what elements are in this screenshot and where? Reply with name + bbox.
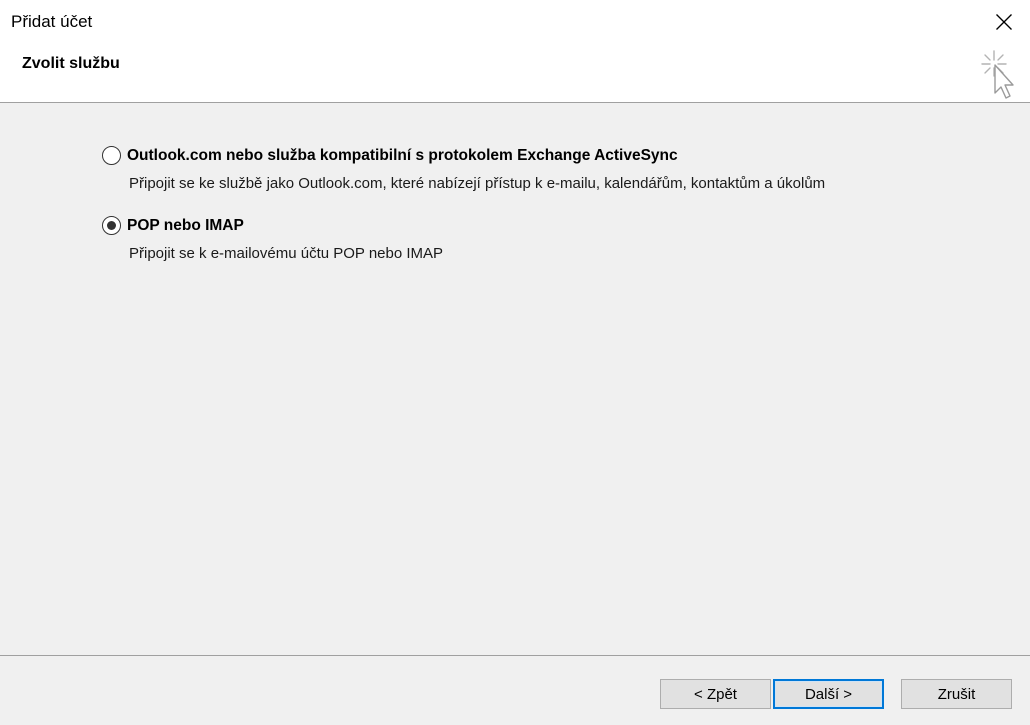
radio-pop-imap[interactable]: POP nebo IMAP	[102, 216, 443, 235]
dialog-title: Přidat účet	[11, 12, 93, 31]
option-pop-imap: POP nebo IMAP Připojit se k e-mailovému …	[102, 216, 443, 262]
close-button[interactable]	[986, 6, 1022, 38]
cancel-button[interactable]: Zrušit	[901, 679, 1012, 709]
page-title: Zvolit službu	[22, 55, 120, 72]
radio-exchange-activesync[interactable]: Outlook.com nebo služba kompatibilní s p…	[102, 146, 825, 165]
close-icon	[996, 14, 1012, 30]
option-description: Připojit se k e-mailovému účtu POP nebo …	[129, 245, 444, 262]
sparkle-cursor-icon	[978, 48, 1020, 100]
footer-divider	[0, 655, 1030, 656]
option-description: Připojit se ke službě jako Outlook.com, …	[129, 175, 826, 192]
dialog-header: Přidat účet Zvolit službu	[0, 0, 1030, 103]
radio-button-checked[interactable]	[102, 216, 121, 235]
option-label[interactable]: Outlook.com nebo služba kompatibilní s p…	[127, 147, 678, 165]
radio-button-unchecked[interactable]	[102, 146, 121, 165]
option-exchange-activesync: Outlook.com nebo služba kompatibilní s p…	[102, 146, 825, 192]
option-label[interactable]: POP nebo IMAP	[127, 217, 244, 235]
back-button[interactable]: < Zpět	[660, 679, 771, 709]
next-button[interactable]: Další >	[773, 679, 884, 709]
add-account-dialog: Přidat účet Zvolit službu Outlook.com ne…	[0, 0, 1030, 725]
